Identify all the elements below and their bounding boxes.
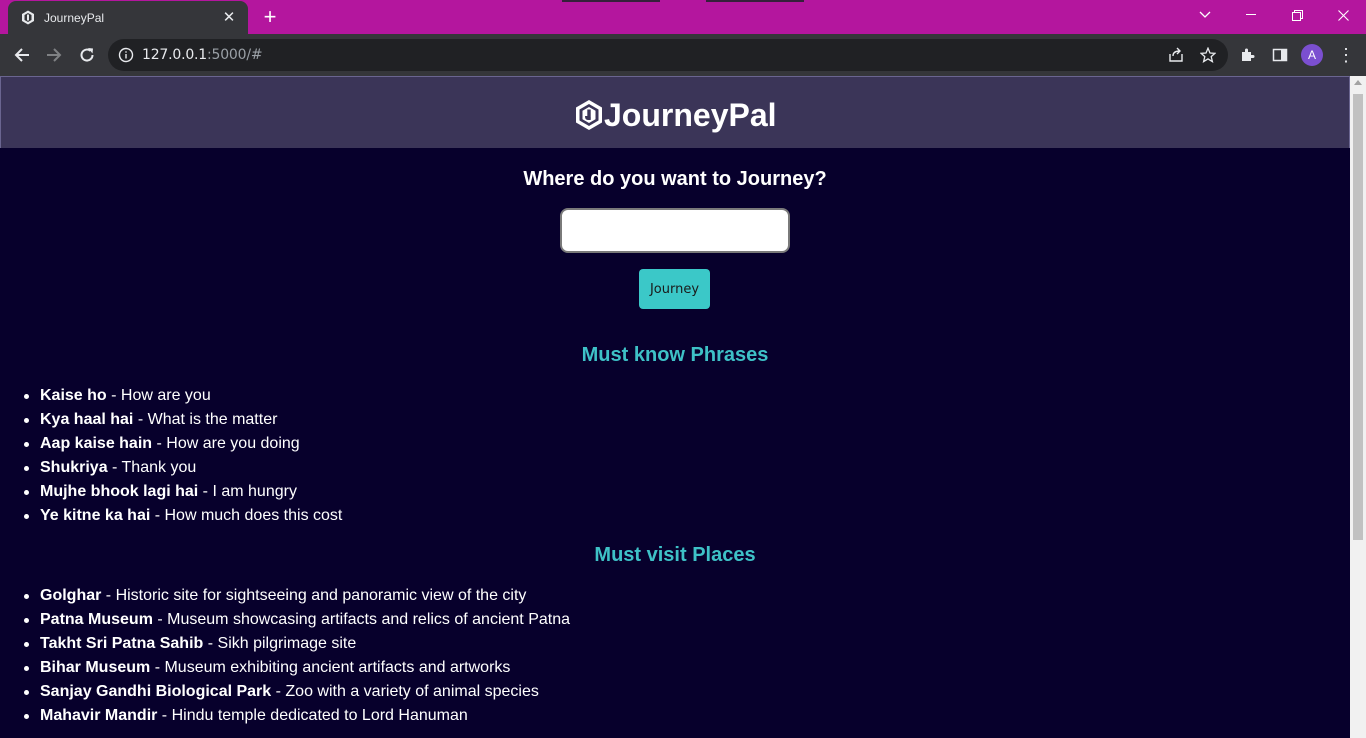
phrase-item-description: - What is the matter bbox=[133, 411, 278, 428]
place-item-term: Golghar bbox=[40, 587, 102, 604]
forward-arrow-icon[interactable] bbox=[42, 43, 66, 67]
place-item: Takht Sri Patna Sahib - Sikh pilgrimage … bbox=[23, 632, 570, 656]
site-header: JourneyPal bbox=[0, 76, 1350, 148]
tab-close-icon[interactable]: ✕ bbox=[220, 9, 238, 27]
profile-avatar[interactable]: A bbox=[1301, 44, 1323, 66]
phrase-item-term: Aap kaise hain bbox=[40, 435, 153, 452]
phrase-item-term: Kaise ho bbox=[40, 387, 107, 404]
browser-tabbar: JourneyPal ✕ + bbox=[0, 0, 1366, 34]
destination-question: Where do you want to Journey? bbox=[523, 168, 827, 190]
place-item-term: Sanjay Gandhi Biological Park bbox=[40, 683, 272, 700]
bookmark-star-icon[interactable] bbox=[1199, 46, 1217, 63]
side-panel-icon[interactable] bbox=[1270, 45, 1290, 65]
phrase-item-term: Mujhe bhook lagi hai bbox=[40, 483, 199, 500]
place-item-description: - Zoo with a variety of animal species bbox=[271, 683, 539, 700]
reload-icon[interactable] bbox=[75, 43, 99, 67]
place-item-term: Takht Sri Patna Sahib bbox=[40, 635, 204, 652]
browser-tab-active[interactable]: JourneyPal ✕ bbox=[8, 1, 248, 34]
place-item-term: Bihar Museum bbox=[40, 659, 151, 676]
scroll-up-arrow-icon[interactable] bbox=[1354, 80, 1362, 85]
place-item: Golghar - Historic site for sightseeing … bbox=[23, 584, 570, 608]
page-scrollbar[interactable] bbox=[1350, 76, 1366, 738]
place-item: Patna Museum - Museum showcasing artifac… bbox=[23, 608, 571, 632]
page-viewport: JourneyPal Where do you want to Journey?… bbox=[0, 76, 1350, 738]
phrase-item-term: Kya haal hai bbox=[40, 411, 134, 428]
share-icon[interactable] bbox=[1168, 47, 1184, 63]
url-text: 127.0.0.1:5000/# bbox=[142, 47, 263, 63]
phrase-item-description: - I am hungry bbox=[198, 483, 297, 500]
place-item-term: Patna Museum bbox=[40, 611, 153, 628]
restore-icon[interactable] bbox=[1274, 0, 1320, 30]
address-bar[interactable]: 127.0.0.1:5000/# bbox=[108, 39, 1228, 71]
place-item-description: - Museum exhibiting ancient artifacts an… bbox=[150, 659, 511, 676]
phrase-item-term: Shukriya bbox=[40, 459, 108, 476]
phrase-item-description: - How are you doing bbox=[152, 435, 300, 452]
place-item-description: - Sikh pilgrimage site bbox=[203, 635, 357, 652]
tab-search-chevron-down-icon[interactable] bbox=[1182, 0, 1228, 30]
browser-toolbar: 127.0.0.1:5000/# A ⋮ bbox=[0, 34, 1366, 76]
place-item-term: Mahavir Mandir bbox=[40, 707, 158, 724]
journeypal-logo-icon bbox=[574, 99, 604, 131]
minimize-icon[interactable] bbox=[1228, 0, 1274, 30]
phrase-item-description: - How much does this cost bbox=[150, 507, 343, 524]
phrase-item: Kaise ho - How are you bbox=[23, 384, 342, 408]
place-item: Bihar Museum - Museum exhibiting ancient… bbox=[23, 656, 570, 680]
journeypal-favicon-icon bbox=[20, 10, 36, 26]
phrase-item: Ye kitne ka hai - How much does this cos… bbox=[23, 504, 343, 528]
site-info-icon[interactable] bbox=[118, 47, 134, 63]
brand-name: JourneyPal bbox=[604, 97, 777, 133]
place-item: Sanjay Gandhi Biological Park - Zoo with… bbox=[23, 680, 570, 704]
destination-input[interactable] bbox=[560, 208, 790, 253]
phrase-item: Mujhe bhook lagi hai - I am hungry bbox=[23, 480, 342, 504]
phrase-item: Shukriya - Thank you bbox=[23, 456, 342, 480]
extensions-puzzle-icon[interactable] bbox=[1238, 45, 1258, 65]
phrases-list: Kaise ho - How are you Kya haal hai - Wha… bbox=[23, 384, 343, 528]
place-item-description: - Historic site for sightseeing and pano… bbox=[101, 587, 527, 604]
phrase-item: Kya haal hai - What is the matter bbox=[23, 408, 342, 432]
tabbar-accent-mark bbox=[562, 0, 660, 2]
tabbar-accent-mark bbox=[706, 0, 804, 2]
phrase-item-description: - How are you bbox=[106, 387, 211, 404]
back-arrow-icon[interactable] bbox=[10, 43, 34, 67]
places-list: Golghar - Historic site for sightseeing … bbox=[23, 584, 571, 728]
place-item-description: - Museum showcasing artifacts and relics… bbox=[152, 611, 571, 628]
browser-menu-kebab-icon[interactable]: ⋮ bbox=[1337, 44, 1355, 66]
phrase-item-term: Ye kitne ka hai bbox=[40, 507, 151, 524]
place-item: Mahavir Mandir - Hindu temple dedicated … bbox=[23, 704, 570, 728]
phrases-title: Must know Phrases bbox=[581, 344, 769, 366]
scrollbar-thumb[interactable] bbox=[1353, 94, 1363, 540]
phrase-item-description: - Thank you bbox=[107, 459, 197, 476]
close-window-icon[interactable] bbox=[1320, 0, 1366, 30]
places-title: Must visit Places bbox=[594, 544, 756, 566]
journey-button[interactable]: Journey bbox=[639, 269, 710, 309]
brand[interactable]: JourneyPal bbox=[574, 97, 777, 133]
new-tab-plus-icon[interactable]: + bbox=[258, 5, 282, 29]
tab-title: JourneyPal bbox=[44, 10, 105, 25]
place-item-description: - Hindu temple dedicated to Lord Hanuman bbox=[157, 707, 468, 724]
phrase-item: Aap kaise hain - How are you doing bbox=[23, 432, 342, 456]
